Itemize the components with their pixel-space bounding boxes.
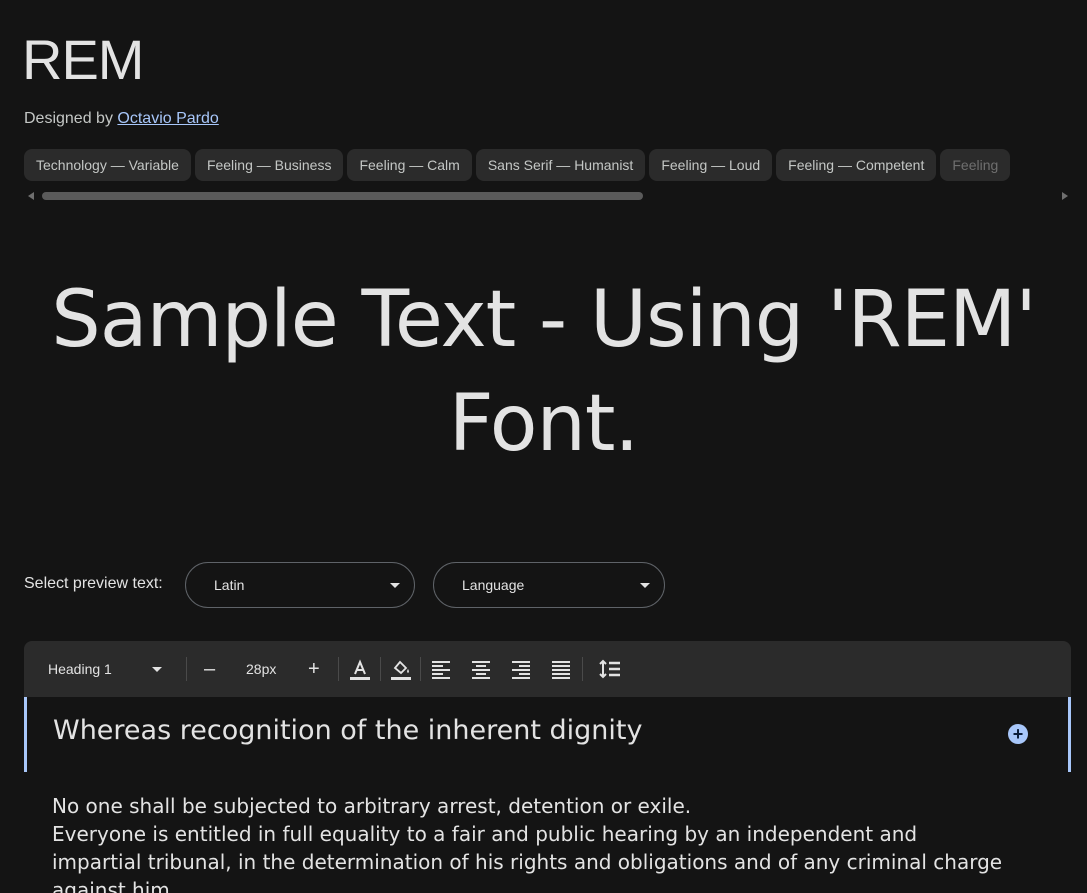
decrease-font-size-button[interactable]: – xyxy=(204,641,215,697)
highlight-color-icon[interactable] xyxy=(389,657,413,681)
editor-toolbar: Heading 1 – 28px + xyxy=(24,641,1071,697)
scroll-right-icon[interactable] xyxy=(1062,192,1068,200)
editor-body-text[interactable]: No one shall be subjected to arbitrary a… xyxy=(52,792,1012,893)
scroll-left-icon[interactable] xyxy=(28,192,34,200)
preview-text-label: Select preview text: xyxy=(24,575,163,592)
designer-prefix: Designed by xyxy=(24,110,113,127)
editor-heading-text[interactable]: Whereas recognition of the inherent dign… xyxy=(53,715,642,746)
language-select-value: Language xyxy=(462,577,525,593)
sample-text: Sample Text - Using 'REM' Font. xyxy=(0,268,1087,476)
toolbar-divider xyxy=(420,657,421,681)
dropdown-caret-icon xyxy=(640,583,650,588)
sample-text-line: Sample Text - Using 'REM' xyxy=(51,275,1037,365)
font-specimen-page: REM Designed by Octavio Pardo Technology… xyxy=(0,0,1087,893)
tag-chip[interactable]: Technology — Variable xyxy=(24,149,191,181)
tag-chip[interactable]: Feeling — Business xyxy=(194,149,344,181)
tag-chip[interactable]: Feeling — Loud xyxy=(649,149,773,181)
align-center-icon[interactable] xyxy=(469,657,493,681)
dropdown-caret-icon xyxy=(152,667,162,672)
tag-chip[interactable]: Sans Serif — Humanist xyxy=(475,149,646,181)
style-select[interactable]: Heading 1 xyxy=(48,641,188,697)
editor-paragraph[interactable]: Everyone is entitled in full equality to… xyxy=(52,820,1012,893)
tag-scrollbar[interactable] xyxy=(24,190,1072,202)
script-select[interactable]: Latin xyxy=(185,562,415,608)
toolbar-divider xyxy=(380,657,381,681)
align-justify-icon[interactable] xyxy=(549,657,573,681)
tag-chip[interactable]: Feeling — Competent xyxy=(776,149,937,181)
font-size-value[interactable]: 28px xyxy=(246,641,276,697)
dropdown-caret-icon xyxy=(390,583,400,588)
toolbar-divider xyxy=(582,657,583,681)
editor-heading-block[interactable]: Whereas recognition of the inherent dign… xyxy=(24,697,1071,772)
style-select-value: Heading 1 xyxy=(48,661,112,677)
editor-paragraph[interactable]: No one shall be subjected to arbitrary a… xyxy=(52,792,1012,820)
designer-link[interactable]: Octavio Pardo xyxy=(117,110,218,127)
designer-credit: Designed by Octavio Pardo xyxy=(24,110,219,128)
font-title: REM xyxy=(22,28,144,91)
script-select-value: Latin xyxy=(214,577,245,593)
language-select[interactable]: Language xyxy=(433,562,665,608)
align-left-icon[interactable] xyxy=(429,657,453,681)
sample-text-line: Font. xyxy=(448,379,640,469)
add-block-icon[interactable]: + xyxy=(1008,724,1028,744)
align-right-icon[interactable] xyxy=(509,657,533,681)
line-height-icon[interactable] xyxy=(598,657,622,681)
tag-chip[interactable]: Feeling — Calm xyxy=(347,149,472,181)
tag-chip[interactable]: Feeling xyxy=(940,149,1011,181)
scrollbar-thumb[interactable] xyxy=(42,192,643,200)
text-color-icon[interactable] xyxy=(348,657,372,681)
increase-font-size-button[interactable]: + xyxy=(308,641,320,697)
toolbar-divider xyxy=(338,657,339,681)
tag-list: Technology — Variable Feeling — Business F… xyxy=(24,149,1087,181)
toolbar-divider xyxy=(186,657,187,681)
